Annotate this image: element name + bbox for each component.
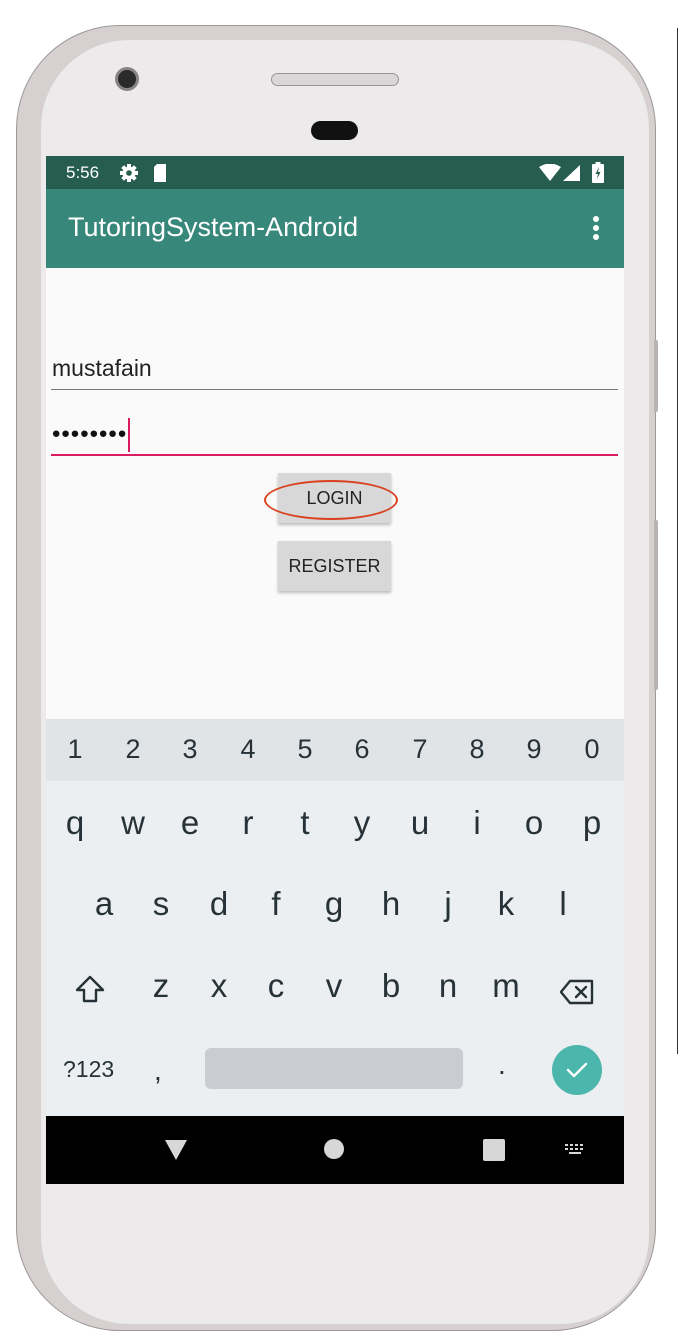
register-button[interactable]: REGISTER xyxy=(278,541,391,591)
key-x[interactable]: x xyxy=(194,967,244,1005)
text-cursor xyxy=(128,418,131,452)
login-highlight-ellipse xyxy=(264,480,398,520)
status-time: 5:56 xyxy=(66,163,100,182)
username-field[interactable]: mustafain xyxy=(51,352,618,390)
period-key[interactable]: . xyxy=(498,1049,506,1081)
backspace-icon[interactable] xyxy=(559,979,595,1005)
key-8[interactable]: 8 xyxy=(452,734,502,765)
key-m[interactable]: m xyxy=(481,967,531,1005)
key-s[interactable]: s xyxy=(136,885,186,923)
volume-button xyxy=(654,340,658,412)
key-l[interactable]: l xyxy=(538,885,588,923)
key-7[interactable]: 7 xyxy=(395,734,445,765)
app-toolbar: TutoringSystem-Android xyxy=(46,189,624,268)
spacebar[interactable] xyxy=(205,1048,463,1089)
navigation-bar xyxy=(46,1116,624,1184)
key-e[interactable]: e xyxy=(165,804,215,842)
proximity-sensor xyxy=(311,121,358,140)
key-f[interactable]: f xyxy=(251,885,301,923)
key-p[interactable]: p xyxy=(567,804,617,842)
more-vert-icon[interactable] xyxy=(586,216,606,242)
key-o[interactable]: o xyxy=(509,804,559,842)
key-v[interactable]: v xyxy=(309,967,359,1005)
password-value: •••••••• xyxy=(52,420,128,448)
key-9[interactable]: 9 xyxy=(509,734,559,765)
power-button xyxy=(654,520,658,690)
earpiece-speaker xyxy=(271,73,399,86)
device-screen: 5:56 TutoringSystem-Android mustafain ••… xyxy=(46,156,624,1184)
key-w[interactable]: w xyxy=(108,804,158,842)
check-icon xyxy=(566,1062,588,1078)
key-6[interactable]: 6 xyxy=(337,734,387,765)
key-a[interactable]: a xyxy=(79,885,129,923)
keyboard-number-row: 1 2 3 4 5 6 7 8 9 0 xyxy=(46,719,624,781)
keyboard-switch-icon[interactable] xyxy=(565,1144,587,1156)
wifi-icon xyxy=(539,164,561,181)
key-q[interactable]: q xyxy=(50,804,100,842)
key-j[interactable]: j xyxy=(423,885,473,923)
settings-icon xyxy=(120,164,138,182)
key-k[interactable]: k xyxy=(481,885,531,923)
key-y[interactable]: y xyxy=(337,804,387,842)
key-0[interactable]: 0 xyxy=(567,734,617,765)
soft-keyboard: 1 2 3 4 5 6 7 8 9 0 q w e r t y u i o p … xyxy=(46,719,624,1116)
shift-icon[interactable] xyxy=(75,974,105,1004)
key-g[interactable]: g xyxy=(309,885,359,923)
key-4[interactable]: 4 xyxy=(223,734,273,765)
key-u[interactable]: u xyxy=(395,804,445,842)
key-3[interactable]: 3 xyxy=(165,734,215,765)
key-d[interactable]: d xyxy=(194,885,244,923)
key-5[interactable]: 5 xyxy=(280,734,330,765)
key-n[interactable]: n xyxy=(423,967,473,1005)
password-field[interactable]: •••••••• xyxy=(51,412,618,456)
key-h[interactable]: h xyxy=(366,885,416,923)
front-camera xyxy=(115,67,139,91)
sd-card-icon xyxy=(154,164,166,182)
username-value: mustafain xyxy=(52,355,152,381)
key-i[interactable]: i xyxy=(452,804,502,842)
enter-key[interactable] xyxy=(552,1045,602,1095)
battery-icon xyxy=(592,162,604,183)
comma-key[interactable]: , xyxy=(154,1055,162,1087)
app-title: TutoringSystem-Android xyxy=(68,212,359,242)
back-icon[interactable] xyxy=(165,1140,187,1160)
key-z[interactable]: z xyxy=(136,967,186,1005)
status-bar: 5:56 xyxy=(46,156,624,189)
key-1[interactable]: 1 xyxy=(50,734,100,765)
signal-icon xyxy=(563,165,580,181)
key-c[interactable]: c xyxy=(251,967,301,1005)
symbols-key[interactable]: ?123 xyxy=(63,1056,114,1083)
key-2[interactable]: 2 xyxy=(108,734,158,765)
key-b[interactable]: b xyxy=(366,967,416,1005)
key-r[interactable]: r xyxy=(223,804,273,842)
recents-icon[interactable] xyxy=(483,1139,505,1161)
key-t[interactable]: t xyxy=(280,804,330,842)
home-icon[interactable] xyxy=(324,1139,344,1159)
